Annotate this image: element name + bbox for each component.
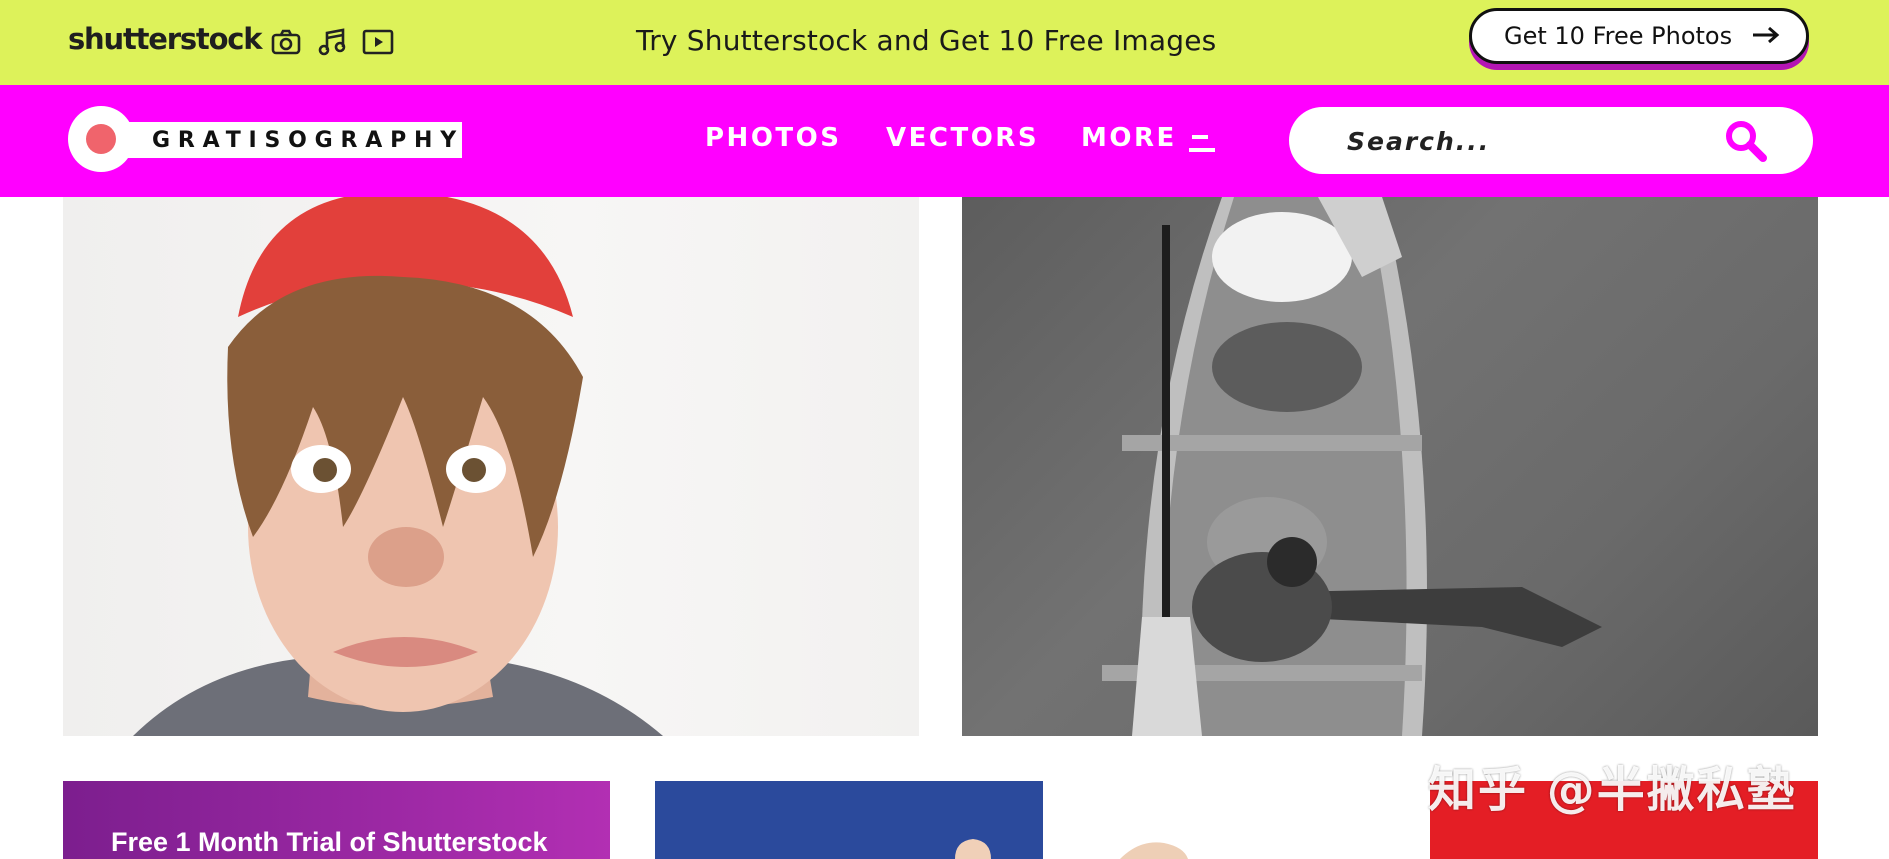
photo-tile-blue[interactable] xyxy=(655,781,1043,859)
nav-link-vectors[interactable]: VECTORS xyxy=(886,123,1039,153)
main-nav: GRATISOGRAPHY PHOTOS VECTORS MORE xyxy=(0,85,1889,197)
white-tile-image xyxy=(1120,842,1188,859)
nav-link-more[interactable]: MORE xyxy=(1081,123,1177,153)
shutterstock-logo[interactable]: shutterstock xyxy=(68,22,263,56)
blue-tile-image xyxy=(955,839,991,859)
get-free-photos-label: Get 10 Free Photos xyxy=(1504,22,1733,50)
nav-link-photos[interactable]: PHOTOS xyxy=(705,123,841,153)
get-free-photos-button[interactable]: Get 10 Free Photos xyxy=(1469,8,1809,64)
menu-lines-icon[interactable] xyxy=(1189,133,1217,155)
brand-name: GRATISOGRAPHY xyxy=(152,128,464,153)
arrow-right-icon xyxy=(1753,26,1780,44)
music-note-icon[interactable] xyxy=(316,26,348,58)
promo-bar: shutterstock Try Shutterstock and Get 10… xyxy=(0,0,1889,85)
photo-tile-white[interactable] xyxy=(1060,781,1410,859)
logo-dot xyxy=(86,124,116,154)
search-box xyxy=(1289,107,1813,174)
photo-surprised-man[interactable] xyxy=(63,197,919,736)
photo-canoe[interactable] xyxy=(962,197,1818,736)
promo-headline[interactable]: Try Shutterstock and Get 10 Free Images xyxy=(636,24,1216,57)
search-input[interactable] xyxy=(1345,119,1729,163)
surprised-man-image xyxy=(133,197,663,736)
video-play-icon[interactable] xyxy=(362,26,394,58)
watermark: 知乎 @半撇私塾 xyxy=(1428,762,1797,818)
shutterstock-trial-tile[interactable]: Free 1 Month Trial of Shutterstock xyxy=(63,781,610,859)
camera-icon[interactable] xyxy=(270,26,302,58)
search-icon[interactable] xyxy=(1723,118,1769,164)
trial-tile-label: Free 1 Month Trial of Shutterstock xyxy=(111,827,548,857)
canoe-image xyxy=(1102,197,1602,736)
